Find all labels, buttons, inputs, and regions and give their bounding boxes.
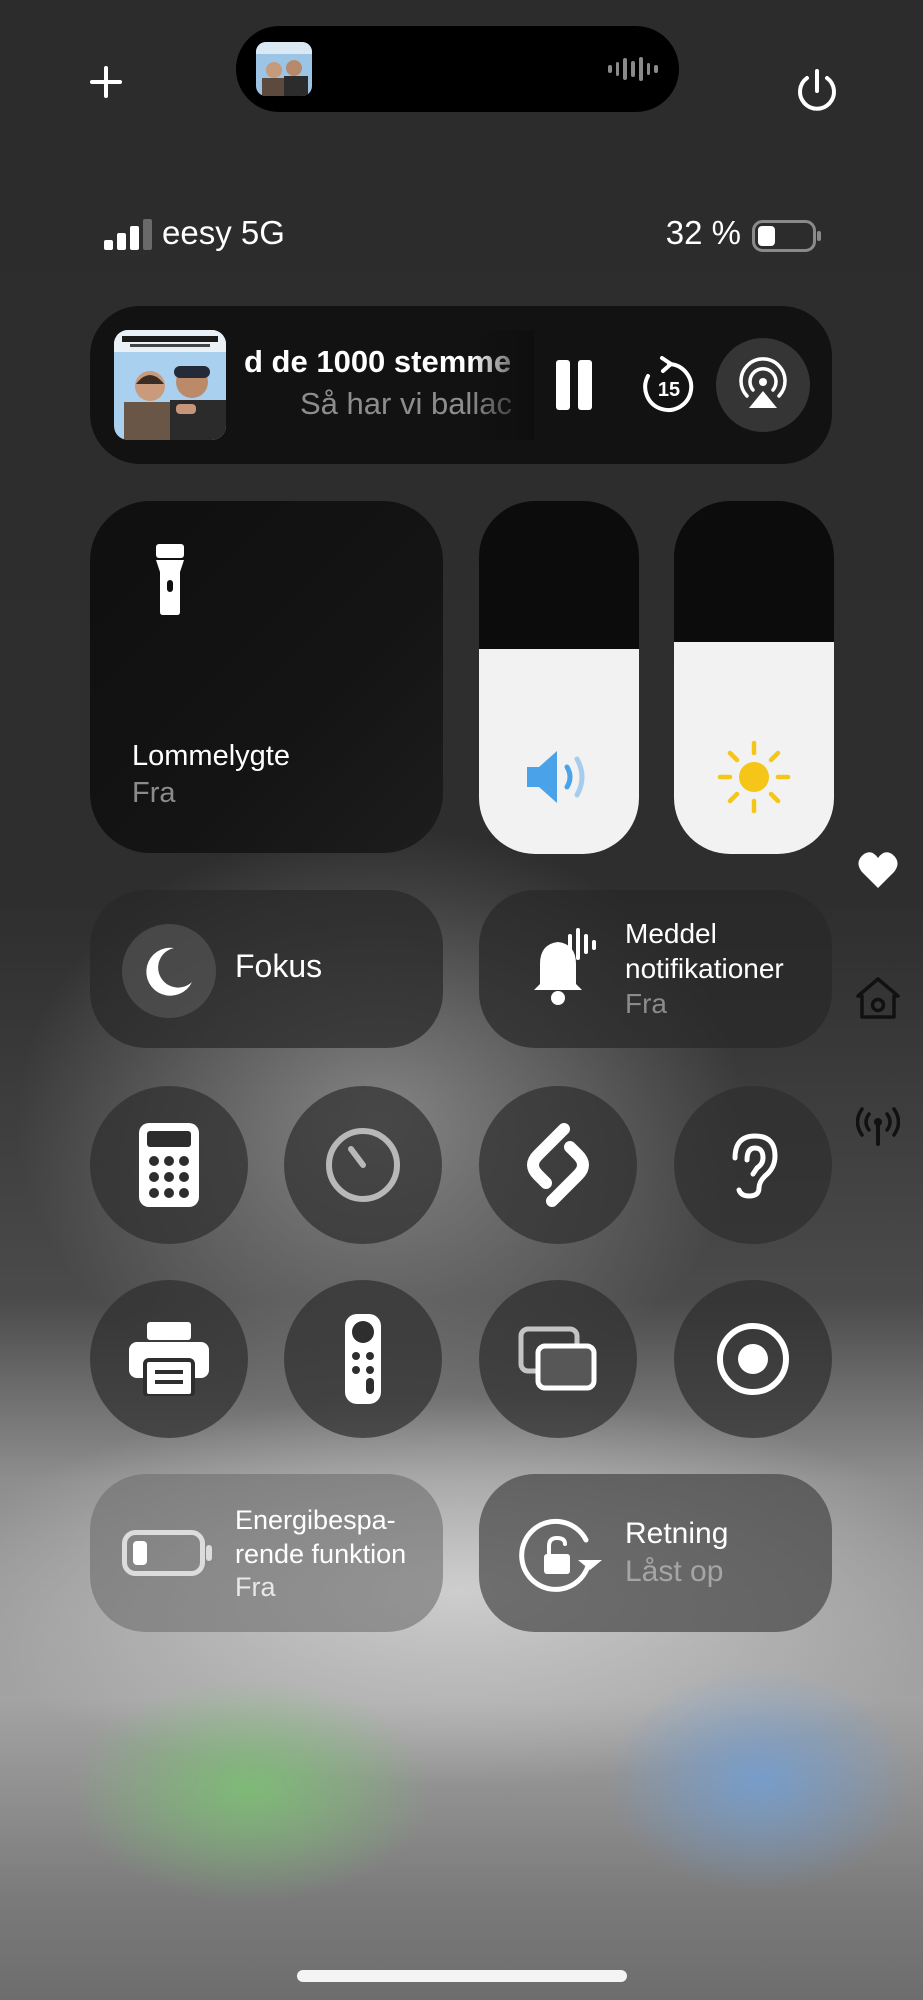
skip-forward-15-button[interactable]: 15 (640, 356, 698, 416)
carrier-label: eesy 5G (162, 214, 285, 251)
shazam-icon (527, 1123, 589, 1207)
sun-icon (717, 740, 791, 814)
printer-icon (129, 1322, 209, 1396)
low-battery-icon (122, 1530, 212, 1576)
marquee-fade (470, 330, 534, 440)
battery-icon (752, 220, 822, 252)
home-icon[interactable] (856, 976, 900, 1020)
orientation-title: Retning (625, 1517, 729, 1550)
volume-slider[interactable] (479, 501, 639, 854)
battery-percentage: 32 % (665, 214, 741, 251)
audio-waveform-icon (608, 56, 659, 82)
notifications-line1: Meddel (625, 918, 717, 949)
timer-icon (326, 1128, 400, 1202)
tv-remote-icon (345, 1314, 381, 1404)
orientation-lock-icon (519, 1518, 602, 1592)
orientation-status: Låst op (625, 1555, 724, 1588)
apple-tv-remote-button[interactable] (284, 1280, 442, 1438)
bell-waves-icon (534, 928, 596, 1005)
screen-mirroring-button[interactable] (479, 1280, 637, 1438)
low-power-status: Fra (235, 1572, 276, 1602)
now-playing-artwork[interactable] (114, 330, 226, 440)
screen-recording-button[interactable] (674, 1280, 832, 1438)
flashlight-title: Lommelygte (132, 740, 290, 772)
flashlight-status: Fra (132, 777, 176, 809)
calculator-icon (139, 1123, 199, 1207)
add-control-button[interactable] (86, 62, 126, 102)
island-album-artwork (256, 42, 312, 96)
flashlight-icon (150, 542, 190, 616)
low-power-line2: rende funktion (235, 1539, 407, 1569)
power-icon[interactable] (792, 66, 842, 116)
hearing-button[interactable] (674, 1086, 832, 1244)
antenna-icon[interactable] (856, 1106, 900, 1150)
home-indicator[interactable] (297, 1970, 627, 1982)
record-icon (717, 1323, 789, 1395)
brightness-slider[interactable] (674, 501, 834, 854)
cellular-signal-icon (104, 218, 154, 252)
skip-seconds-label: 15 (658, 379, 680, 401)
low-power-line1: Energibespa- (235, 1505, 396, 1535)
ear-icon (732, 1133, 778, 1199)
shazam-button[interactable] (479, 1086, 637, 1244)
heart-icon[interactable] (856, 848, 900, 892)
notifications-status: Fra (625, 988, 667, 1019)
calculator-button[interactable] (90, 1086, 248, 1244)
print-button[interactable] (90, 1280, 248, 1438)
focus-moon-button[interactable] (122, 924, 216, 1018)
moon-icon (146, 947, 192, 996)
focus-label: Fokus (235, 948, 323, 984)
timer-button[interactable] (284, 1086, 442, 1244)
pause-button[interactable] (552, 360, 596, 410)
airplay-button[interactable] (716, 338, 810, 432)
notifications-line2: notifikationer (625, 953, 784, 984)
speaker-icon (527, 751, 585, 803)
screen-mirroring-icon (518, 1326, 597, 1391)
